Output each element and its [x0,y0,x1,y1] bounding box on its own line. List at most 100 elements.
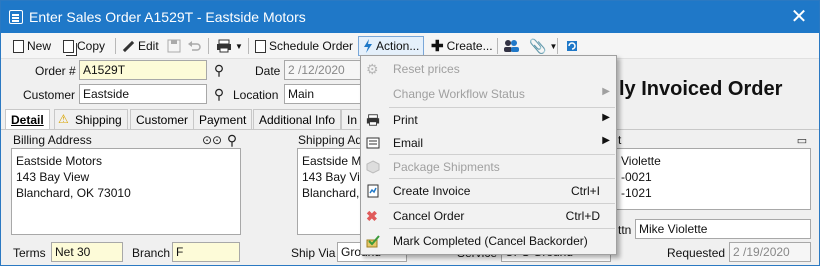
menu-item-email[interactable]: Email ▶ [361,131,616,155]
toolbar-divider [557,38,558,54]
schedule-button-label: Schedule Order [269,39,354,53]
save-icon [167,39,181,53]
create-button-label: Create... [446,39,493,53]
edit-button[interactable]: Edit [122,36,159,56]
menu-item-reset-prices[interactable]: ⚙ Reset prices [361,57,616,81]
paperclip-icon: 📎 [529,37,547,54]
search-icon[interactable]: ⚲ [210,61,228,79]
map-pin-icon[interactable]: ⚲ [223,131,241,149]
menu-item-label: Mark Completed (Cancel Backorder) [393,234,588,248]
location-label: Location [233,88,279,102]
contact-label: t [618,133,622,147]
invoice-icon [367,184,379,198]
terms-field[interactable]: Net 30 [51,242,123,262]
attention-label: ttn [618,223,632,237]
billing-address-label: Billing Address [13,133,92,147]
terms-label: Terms [13,246,46,260]
users-button[interactable] [503,36,519,56]
print-dropdown-button[interactable]: ▼ [216,36,243,56]
binoculars-icon[interactable]: ⊙⊙ [202,131,222,149]
app-icon [9,10,23,24]
email-icon [366,137,380,149]
menu-item-label: Reset prices [393,62,460,76]
schedule-icon [255,39,266,53]
undo-button[interactable] [187,36,201,56]
attention-field[interactable]: Mike Violette [635,219,811,239]
branch-label: Branch [132,246,171,260]
menu-item-shortcut: Ctrl+D [565,209,600,223]
action-button-label: Action... [376,39,420,53]
menu-item-label: Email [393,136,424,150]
contact-box[interactable]: Violette -0021 -1021 [617,148,811,210]
menu-item-label: Package Shipments [393,160,500,174]
close-button[interactable]: ✕ [787,5,811,29]
toolbar-divider [497,38,498,54]
menu-item-shortcut: Ctrl+I [570,184,600,198]
branch-field[interactable]: F [172,242,240,262]
menu-item-create-invoice[interactable]: Create Invoice Ctrl+I [361,179,616,203]
edit-button-label: Edit [138,39,159,53]
ship-via-label: Ship Via [291,246,336,260]
requested-label: Requested [667,246,726,260]
tab-shipping-label: Shipping [75,113,122,127]
new-button[interactable]: New [13,36,51,56]
refresh-button[interactable] [565,36,579,56]
search-icon[interactable]: ⚲ [210,85,228,103]
menu-item-mark-completed[interactable]: Mark Completed (Cancel Backorder) [361,229,616,253]
copy-button-label: Copy [77,39,106,53]
save-button[interactable] [167,36,181,56]
date-label: Date [255,64,281,78]
tab-customer[interactable]: Customer [130,109,195,129]
menu-item-print[interactable]: Print ▶ [361,108,616,132]
menu-item-label: Change Workflow Status [393,87,525,101]
menu-item-package-shipments[interactable]: Package Shipments [361,155,616,179]
toolbar-divider [208,38,209,54]
toolbar-divider [115,38,116,54]
submenu-arrow-icon: ▶ [602,112,610,123]
customer-field[interactable]: Eastside [79,84,207,104]
warning-icon: ⚠ [58,112,69,126]
create-button[interactable]: ✚ Create... [431,36,493,56]
check-icon [366,235,380,248]
menu-item-change-workflow-status[interactable]: Change Workflow Status ▶ [361,82,616,106]
toolbar-divider [248,38,249,54]
submenu-arrow-icon: ▶ [602,135,610,146]
tab-additional-info[interactable]: Additional Info [253,109,342,129]
shipping-address-box[interactable]: Eastside M 143 Bay Vi Blanchard, [297,148,361,235]
cancel-icon: ✖ [366,208,378,224]
tab-shipping[interactable]: ⚠ Shipping [54,109,128,129]
copy-button[interactable]: Copy [63,36,105,56]
submenu-arrow-icon: ▶ [602,86,610,97]
gear-icon: ⚙ [366,61,379,77]
new-document-icon [13,39,24,53]
new-button-label: New [27,39,52,53]
shipping-address-label: Shipping Ad [298,133,363,147]
schedule-order-button[interactable]: Schedule Order [255,36,353,56]
action-menu-button[interactable]: Action... [358,36,425,56]
plus-icon: ✚ [431,38,444,55]
menu-item-label: Print [393,113,418,127]
chevron-down-icon: ▼ [235,41,243,51]
sales-order-window: Enter Sales Order A1529T - Eastside Moto… [0,0,820,266]
order-number-label: Order # [35,64,76,78]
date-field[interactable]: 2 /12/2020 [284,60,364,80]
tab-payment[interactable]: Payment [193,109,253,129]
window-title: Enter Sales Order A1529T - Eastside Moto… [29,9,306,25]
menu-item-label: Create Invoice [393,184,471,198]
attachment-button[interactable]: 📎 ▼ [529,36,557,56]
order-number-field[interactable]: A1529T [79,60,207,80]
billing-address-box[interactable]: Eastside Motors 143 Bay View Blanchard, … [11,148,241,235]
order-status-title: ly Invoiced Order [619,78,783,100]
action-dropdown-menu: ⚙ Reset prices Change Workflow Status ▶ … [360,55,617,255]
requested-date-field[interactable]: 2 /19/2020 [729,242,811,262]
menu-item-label: Cancel Order [393,209,465,223]
title-bar: Enter Sales Order A1529T - Eastside Moto… [1,1,819,33]
printer-icon [366,114,380,126]
tab-detail[interactable]: Detail [5,109,50,129]
menu-item-cancel-order[interactable]: ✖ Cancel Order Ctrl+D [361,204,616,228]
users-icon [504,40,519,52]
customer-label: Customer [23,88,76,102]
copy-icon [63,39,74,53]
location-dropdown[interactable]: Main [284,84,364,104]
undo-icon [188,41,201,51]
